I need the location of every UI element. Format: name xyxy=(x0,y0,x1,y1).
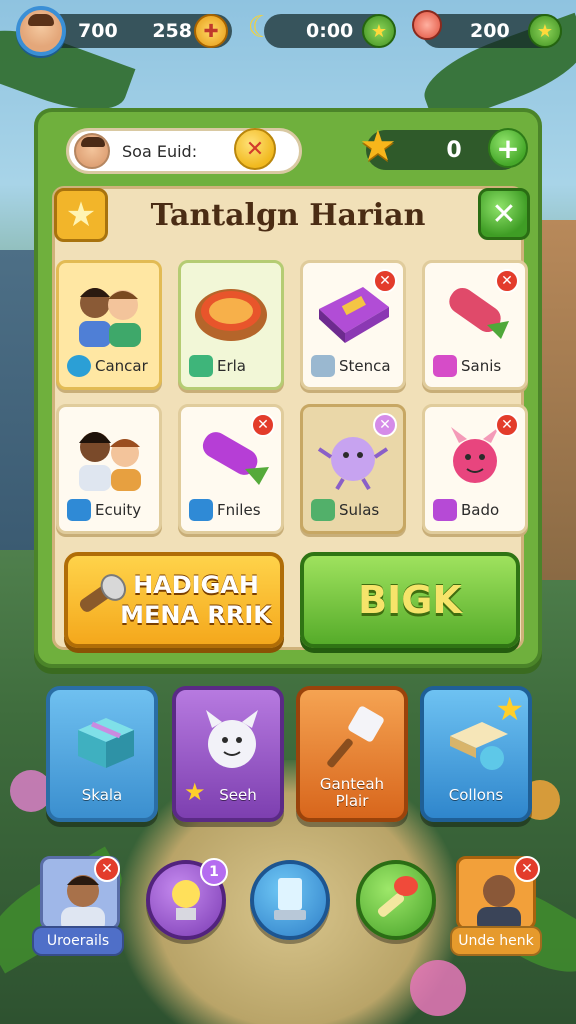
player-mini-avatar xyxy=(74,133,110,169)
remove-badge[interactable]: ✕ xyxy=(373,413,397,437)
nav-left-tag: Uroerails xyxy=(32,926,124,956)
plus-icon: + xyxy=(496,131,520,165)
star-badge-icon: ★ xyxy=(54,188,108,242)
cross-coin-icon[interactable]: ✚ xyxy=(194,14,228,48)
nav-left-profile[interactable]: ✕ Uroerails xyxy=(32,856,128,960)
hadigah-button-label: HADIGAH MENA RRIK xyxy=(116,570,276,630)
tile-label: Skala xyxy=(81,786,123,804)
challenge-card[interactable]: Ecuity xyxy=(56,404,162,534)
challenge-card[interactable]: ✕ Stenca xyxy=(300,260,406,390)
challenge-card[interactable]: Cancar xyxy=(56,260,162,390)
challenge-card[interactable]: ✕ Sanis xyxy=(422,260,528,390)
microphone-icon xyxy=(77,579,119,615)
add-score-button[interactable]: + xyxy=(488,128,528,168)
energy-value: 200 xyxy=(470,20,510,42)
remove-badge[interactable]: ✕ xyxy=(251,413,275,437)
tile-skala[interactable]: Skala xyxy=(46,686,158,822)
daily-challenge-panel: Soa Euid: ✕ 0 ★ + ★ Tantalgn Harian ✕ Ca… xyxy=(34,108,542,668)
challenge-card[interactable]: Erla xyxy=(178,260,284,390)
tile-label: Ganteah Plair xyxy=(319,775,385,810)
nav-right-tag: Unde henk xyxy=(450,926,542,956)
panel-title: Tantalgn Harian xyxy=(150,198,426,233)
coin-value: 700 xyxy=(78,20,118,42)
tile-collons[interactable]: ★ Collons xyxy=(420,686,532,822)
pencil-icon xyxy=(189,499,213,521)
hadigah-button[interactable]: HADIGAH MENA RRIK xyxy=(64,552,284,648)
gift-box-icon xyxy=(78,718,134,768)
tile-seeh[interactable]: ★ Seeh xyxy=(172,686,284,822)
clear-name-button[interactable]: ✕ xyxy=(234,128,276,170)
bigk-button-label: BIGK xyxy=(358,578,462,622)
card-label: Sanis xyxy=(461,357,502,375)
torch-button[interactable] xyxy=(356,860,436,940)
top-hud: 700 258 ✚ 0:00 ☾ ★ 200 ★ xyxy=(14,6,562,56)
remove-badge[interactable]: ✕ xyxy=(514,856,540,882)
card-label: Sulas xyxy=(339,501,380,519)
green-box-icon xyxy=(311,499,335,521)
trophy-button[interactable] xyxy=(250,860,330,940)
remove-badge[interactable]: ✕ xyxy=(373,269,397,293)
banana-icon: ☾ xyxy=(247,9,275,45)
challenge-card[interactable]: ✕ Bado xyxy=(422,404,528,534)
hammer-icon xyxy=(327,706,384,768)
two-kids-icon xyxy=(79,432,141,491)
timer-value: 0:00 xyxy=(306,20,354,42)
remove-badge[interactable]: ✕ xyxy=(495,413,519,437)
star-icon: ★ xyxy=(359,121,397,170)
card-label: Erla xyxy=(217,357,247,375)
hadigah-line2: MENA RRIK xyxy=(120,601,272,629)
close-panel-button[interactable]: ✕ xyxy=(478,188,530,240)
brush-icon xyxy=(67,499,91,521)
star-coin-icon[interactable]: ★ xyxy=(528,14,562,48)
gem-value: 258 xyxy=(152,20,192,42)
torch-icon xyxy=(377,876,418,917)
card-label: Bado xyxy=(461,501,500,519)
hadigah-line1: HADIGAH xyxy=(133,571,259,599)
tile-ganteah-plair[interactable]: Ganteah Plair xyxy=(296,686,408,822)
remove-badge[interactable]: ✕ xyxy=(495,269,519,293)
player-name: Soa Euid: xyxy=(122,141,198,161)
card-label: Ecuity xyxy=(95,501,142,519)
bigk-button[interactable]: BIGK xyxy=(300,552,520,648)
pizza-icon xyxy=(195,289,267,341)
star-coin-icon[interactable]: ★ xyxy=(362,14,396,48)
player-avatar[interactable] xyxy=(16,6,66,56)
frame-icon xyxy=(311,355,335,377)
nav-right-profile[interactable]: ✕ Unde henk xyxy=(448,856,544,960)
notification-badge: 1 xyxy=(200,858,228,886)
score-value: 0 xyxy=(446,137,462,163)
purple-square-icon xyxy=(433,499,457,521)
green-ribbon-icon xyxy=(189,355,213,377)
star-icon: ★ xyxy=(495,690,524,728)
challenge-card[interactable]: ✕ Sulas xyxy=(300,404,406,534)
card-label: Stenca xyxy=(339,357,391,375)
badge-count: 1 xyxy=(209,864,219,880)
glass-trophy-icon xyxy=(274,878,306,920)
challenge-card[interactable]: ✕ Fniles xyxy=(178,404,284,534)
flower xyxy=(410,960,466,1016)
lollipop-icon xyxy=(412,10,442,40)
two-kids-icon xyxy=(79,288,141,347)
remove-badge[interactable]: ✕ xyxy=(94,856,120,882)
lamp-button[interactable]: 1 xyxy=(146,858,228,940)
magenta-bag-icon xyxy=(433,355,457,377)
tile-label: Collons xyxy=(448,786,504,804)
tile-label: Seeh xyxy=(219,786,257,804)
close-icon: ✕ xyxy=(491,196,517,232)
card-label: Fniles xyxy=(217,501,261,519)
ghost-creature-icon xyxy=(206,710,258,768)
blue-gem-icon xyxy=(67,355,91,377)
card-label: Cancar xyxy=(95,357,148,375)
